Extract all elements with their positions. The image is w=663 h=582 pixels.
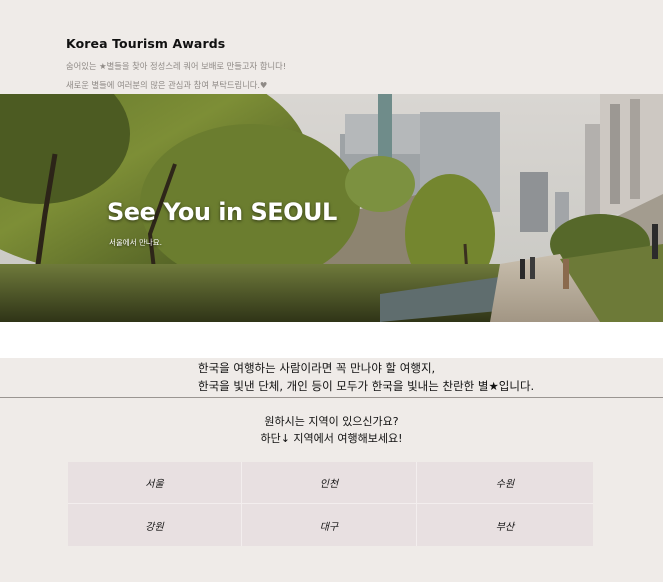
page: Korea Tourism Awards 숨어있는 ★별들을 찾아 정성스레 쿼… bbox=[0, 0, 663, 582]
hero-banner: See You in SEOUL 서울에서 만나요. bbox=[0, 94, 663, 322]
prompt-line-1: 원하시는 지역이 있으신가요? bbox=[264, 415, 399, 428]
region-prompt: 원하시는 지역이 있으신가요? 하단↓ 지역에서 여행해보세요! bbox=[0, 413, 663, 447]
intro-line-1: 한국을 여행하는 사람이라면 꼭 만나야 할 여행지, bbox=[198, 361, 436, 375]
region-grid: 서울 인천 수원 강원 대구 부산 bbox=[68, 462, 593, 546]
hero-subtitle: 서울에서 만나요. bbox=[109, 238, 163, 247]
site-header: Korea Tourism Awards 숨어있는 ★별들을 찾아 정성스레 쿼… bbox=[66, 36, 626, 95]
region-link-daegu[interactable]: 대구 bbox=[242, 504, 417, 546]
region-link-incheon[interactable]: 인천 bbox=[242, 462, 417, 504]
tagline-line-2: 새로운 별들에 여러분의 많은 관심과 참여 부탁드립니다.♥ bbox=[66, 80, 268, 90]
hero-spacer bbox=[0, 322, 663, 358]
section-divider bbox=[0, 397, 663, 398]
intro-text: 한국을 여행하는 사람이라면 꼭 만나야 할 여행지, 한국을 빛낸 단체, 개… bbox=[0, 358, 663, 396]
site-title[interactable]: Korea Tourism Awards bbox=[66, 36, 626, 51]
region-link-suwon[interactable]: 수원 bbox=[417, 462, 593, 504]
region-link-seoul[interactable]: 서울 bbox=[68, 462, 242, 504]
tagline-line-1: 숨어있는 ★별들을 찾아 정성스레 쿼어 보배로 만들고자 합니다! bbox=[66, 61, 287, 71]
prompt-line-2: 하단↓ 지역에서 여행해보세요! bbox=[260, 432, 403, 445]
hero-title: See You in SEOUL bbox=[107, 198, 337, 226]
region-link-busan[interactable]: 부산 bbox=[417, 504, 593, 546]
region-link-gangwon[interactable]: 강원 bbox=[68, 504, 242, 546]
intro-line-2: 한국을 빛낸 단체, 개인 등이 모두가 한국을 빛내는 찬란한 별★입니다. bbox=[198, 379, 535, 393]
